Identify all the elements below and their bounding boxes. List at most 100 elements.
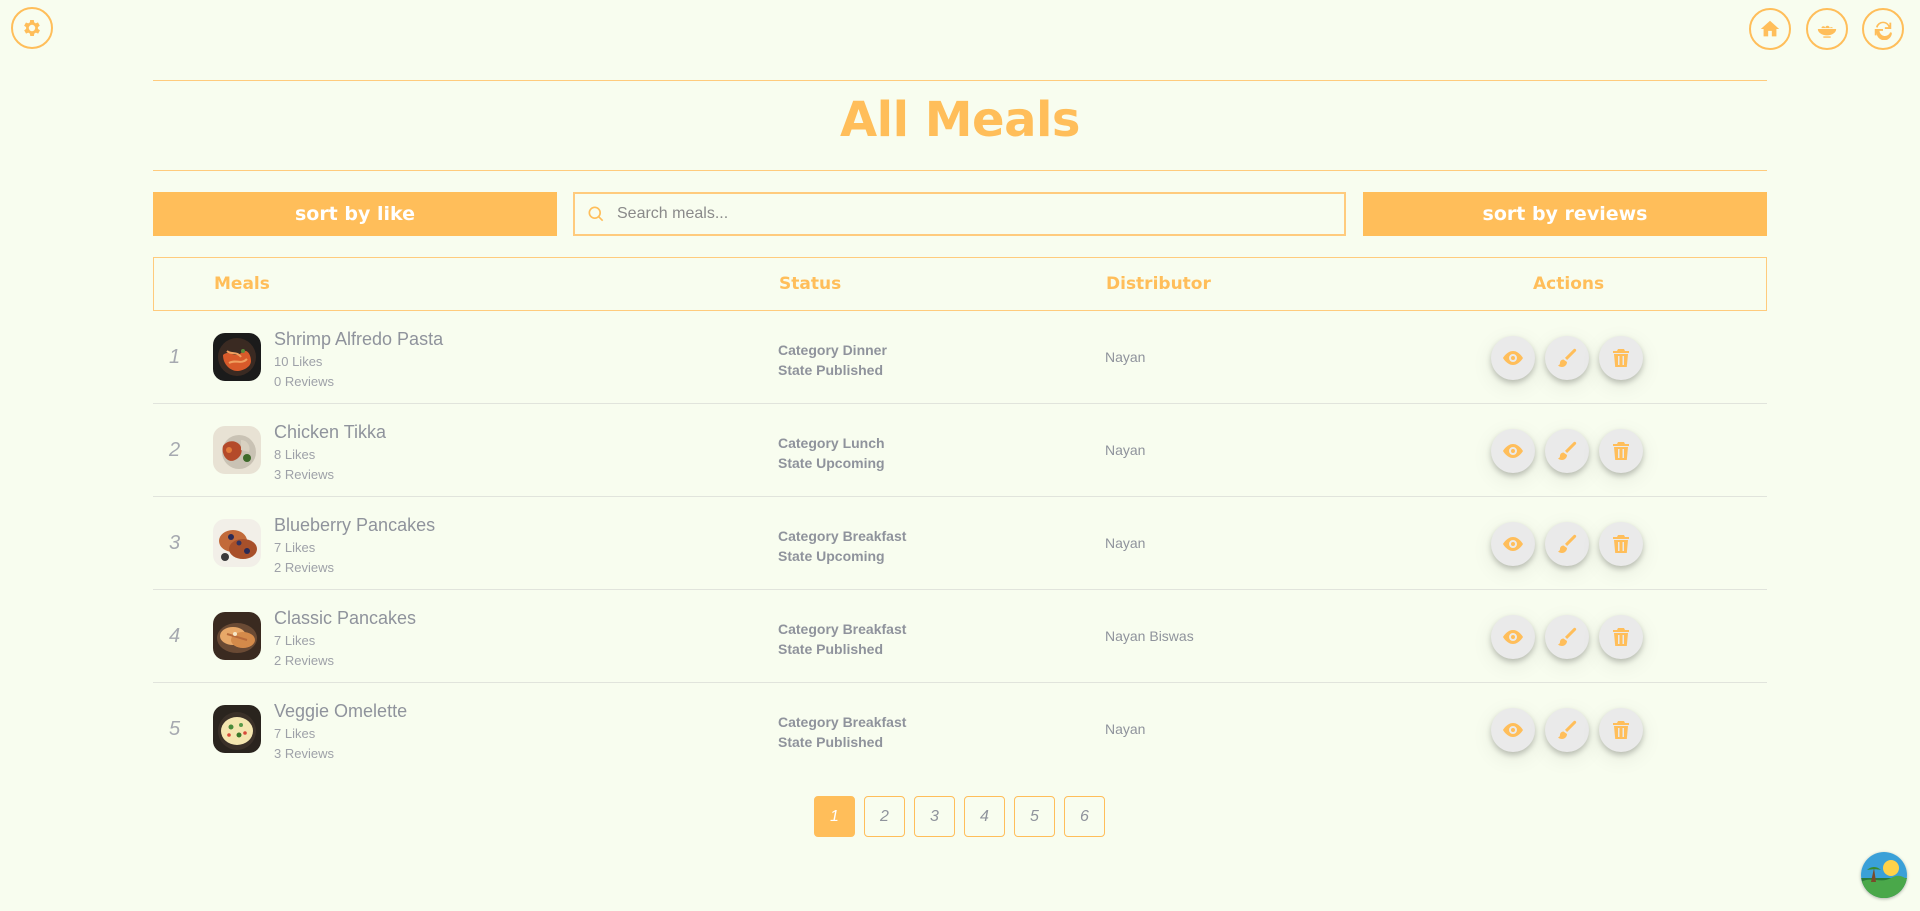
page-button-2[interactable]: 2 (864, 796, 905, 837)
bowl-icon (1817, 25, 1837, 38)
distributor-name: Nayan (1105, 535, 1146, 551)
distributor-name: Nayan (1105, 442, 1146, 458)
edit-button[interactable] (1545, 336, 1589, 380)
refresh-button[interactable] (1862, 8, 1904, 50)
meal-name: Classic Pancakes (274, 608, 417, 628)
page-button-6[interactable]: 6 (1064, 796, 1105, 837)
delete-button[interactable] (1599, 708, 1643, 752)
sort-by-like-button[interactable]: sort by like (153, 192, 557, 236)
status-state: State Upcoming (778, 548, 885, 564)
user-avatar[interactable] (1861, 852, 1907, 898)
meal-name: Shrimp Alfredo Pasta (274, 329, 444, 349)
eye-icon (1503, 630, 1523, 644)
trash-icon (1613, 349, 1629, 367)
distributor-name: Nayan (1105, 349, 1146, 365)
trash-icon (1613, 442, 1629, 460)
view-button[interactable] (1491, 615, 1535, 659)
status-category: Category Breakfast (778, 621, 907, 637)
table-row: 1 Shrimp Alfredo Pasta 10 Likes 0 Review… (153, 311, 1767, 404)
edit-button[interactable] (1545, 522, 1589, 566)
header-actions: Actions (1533, 274, 1605, 294)
table-row: 4 Classic Pancakes 7 Likes 2 Reviews Cat… (153, 590, 1767, 683)
meal-reviews: 2 Reviews (274, 560, 334, 575)
meal-likes: 7 Likes (274, 540, 316, 555)
brush-icon (1558, 627, 1577, 646)
page-title: All Meals (840, 92, 1081, 148)
page-button-4[interactable]: 4 (964, 796, 1005, 837)
trash-icon (1613, 721, 1629, 739)
brush-icon (1558, 348, 1577, 367)
meals-button[interactable] (1806, 8, 1848, 50)
search-box (573, 192, 1346, 236)
home-icon (1760, 20, 1780, 37)
meal-likes: 8 Likes (274, 447, 316, 462)
header-meals: Meals (214, 274, 270, 294)
eye-icon (1503, 723, 1523, 737)
row-number: 5 (169, 718, 181, 740)
meal-reviews: 2 Reviews (274, 653, 334, 668)
refresh-icon (1874, 21, 1892, 40)
trash-icon (1613, 535, 1629, 553)
status-category: Category Lunch (778, 435, 885, 451)
page-button-3[interactable]: 3 (914, 796, 955, 837)
eye-icon (1503, 351, 1523, 365)
header-status: Status (779, 274, 842, 294)
pagination: 1 2 3 4 5 6 (814, 796, 1105, 837)
meal-reviews: 0 Reviews (274, 374, 334, 389)
meal-thumbnail (213, 333, 261, 381)
view-button[interactable] (1491, 522, 1535, 566)
meal-thumbnail (213, 426, 261, 474)
brush-icon (1558, 534, 1577, 553)
header-distributor: Distributor (1106, 274, 1211, 294)
edit-button[interactable] (1545, 429, 1589, 473)
home-button[interactable] (1749, 8, 1791, 50)
row-number: 3 (169, 532, 181, 554)
brush-icon (1558, 720, 1577, 739)
meal-thumbnail (213, 705, 261, 753)
row-number: 4 (169, 625, 181, 647)
gear-icon (24, 20, 40, 36)
eye-icon (1503, 537, 1523, 551)
search-icon (588, 206, 604, 222)
page-button-1[interactable]: 1 (814, 796, 855, 837)
brush-icon (1558, 441, 1577, 460)
table-header: Meals Status Distributor Actions (153, 257, 1767, 311)
meal-name: Chicken Tikka (274, 422, 387, 442)
meal-likes: 7 Likes (274, 726, 316, 741)
status-state: State Published (778, 734, 884, 750)
table-row: 2 Chicken Tikka 8 Likes 3 Reviews Catego… (153, 404, 1767, 497)
search-input[interactable] (617, 205, 1317, 223)
table-row: 3 Blueberry Pancakes 7 Likes 2 Reviews C… (153, 497, 1767, 590)
delete-button[interactable] (1599, 336, 1643, 380)
status-state: State Published (778, 641, 884, 657)
page-button-5[interactable]: 5 (1014, 796, 1055, 837)
settings-button[interactable] (11, 7, 53, 49)
meal-name: Veggie Omelette (274, 701, 408, 721)
sort-by-reviews-button[interactable]: sort by reviews (1363, 192, 1767, 236)
status-category: Category Dinner (778, 342, 887, 358)
trash-icon (1613, 628, 1629, 646)
distributor-name: Nayan (1105, 721, 1146, 737)
meal-reviews: 3 Reviews (274, 467, 334, 482)
edit-button[interactable] (1545, 615, 1589, 659)
status-state: State Published (778, 362, 884, 378)
meal-thumbnail (213, 519, 261, 567)
table-row: 5 Veggie Omelette 7 Likes 3 Reviews Cate… (153, 683, 1767, 776)
status-state: State Upcoming (778, 455, 885, 471)
distributor-name: Nayan Biswas (1105, 628, 1194, 644)
delete-button[interactable] (1599, 429, 1643, 473)
title-divider-top (153, 80, 1767, 81)
view-button[interactable] (1491, 429, 1535, 473)
meal-reviews: 3 Reviews (274, 746, 334, 761)
view-button[interactable] (1491, 336, 1535, 380)
meal-likes: 7 Likes (274, 633, 316, 648)
status-category: Category Breakfast (778, 714, 907, 730)
view-button[interactable] (1491, 708, 1535, 752)
eye-icon (1503, 444, 1523, 458)
delete-button[interactable] (1599, 522, 1643, 566)
delete-button[interactable] (1599, 615, 1643, 659)
meal-thumbnail (213, 612, 261, 660)
title-divider-bottom (153, 170, 1767, 171)
row-number: 1 (169, 346, 181, 368)
edit-button[interactable] (1545, 708, 1589, 752)
